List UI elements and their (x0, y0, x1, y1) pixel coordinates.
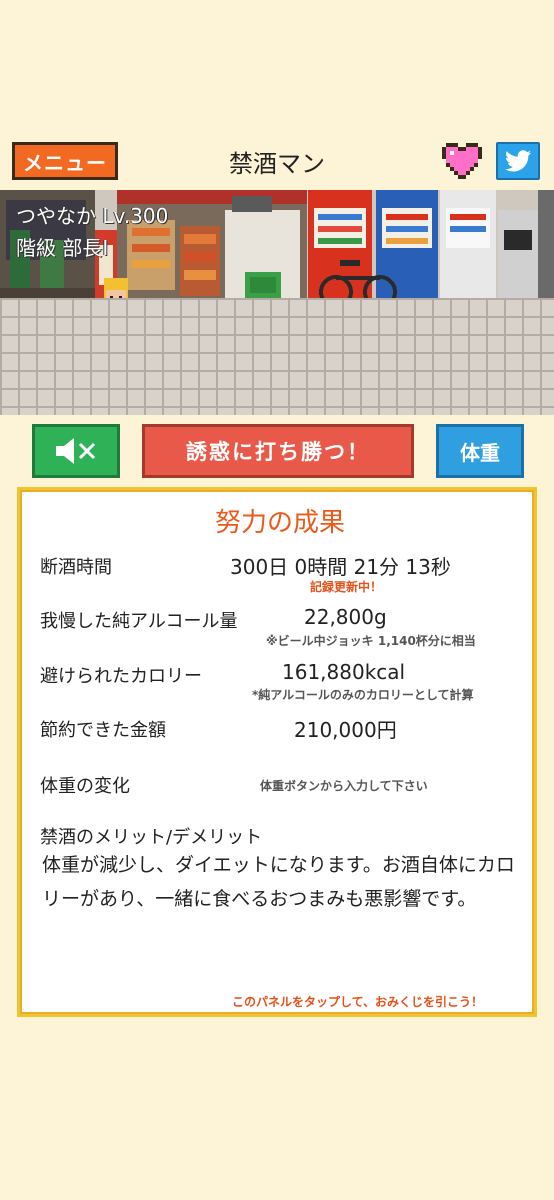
weight-input-note: 体重ボタンから入力して下さい (260, 779, 428, 793)
resist-temptation-button[interactable]: 誘惑に打ち勝つ！ (142, 424, 414, 478)
player-name-level: つやなか Lv.300 (16, 204, 169, 228)
calorie-label: 避けられたカロリー (40, 666, 202, 687)
merit-label: 禁酒のメリット/デメリット (40, 827, 263, 848)
twitter-icon (505, 150, 531, 172)
street-floor (0, 298, 554, 415)
alcohol-amount-value: 22,800g (304, 605, 387, 629)
money-saved-value: 210,000円 (294, 718, 397, 742)
calorie-value: 161,880kcal (282, 660, 406, 684)
merit-text: 体重が減少し、ダイエットになります。お酒自体にカロリーがあり、一緒に食べるおつま… (42, 854, 515, 910)
weight-button[interactable]: 体重 (436, 424, 524, 478)
top-bar: メニュー 禁酒マン (0, 130, 554, 190)
panel-title: 努力の成果 (214, 508, 345, 538)
twitter-button[interactable] (496, 142, 540, 180)
calorie-note: *純アルコールのみのカロリーとして計算 (252, 688, 474, 702)
abstinence-time-value: 300日 0時間 21分 13秒 (230, 555, 451, 579)
alcohol-equivalent-note: ※ビール中ジョッキ 1,140杯分に相当 (266, 634, 476, 648)
speaker-muted-icon (56, 438, 96, 464)
abstinence-time-label: 断酒時間 (40, 557, 112, 578)
alcohol-amount-label: 我慢した純アルコール量 (40, 611, 238, 632)
results-panel[interactable]: 努力の成果 断酒時間 300日 0時間 21分 13秒 記録更新中！ 我慢した純… (17, 487, 537, 1017)
weight-change-label: 体重の変化 (40, 776, 130, 797)
action-button-row: 誘惑に打ち勝つ！ 体重 (0, 424, 554, 478)
money-saved-label: 節約できた金額 (40, 720, 166, 741)
player-rank: 階級 部長Ⅰ (16, 236, 109, 260)
heart-icon[interactable] (442, 142, 482, 180)
mute-button[interactable] (32, 424, 120, 478)
record-update-note: 記録更新中！ (310, 580, 383, 594)
omikuji-note: このパネルをタップして、おみくじを引こう！ (232, 995, 484, 1009)
